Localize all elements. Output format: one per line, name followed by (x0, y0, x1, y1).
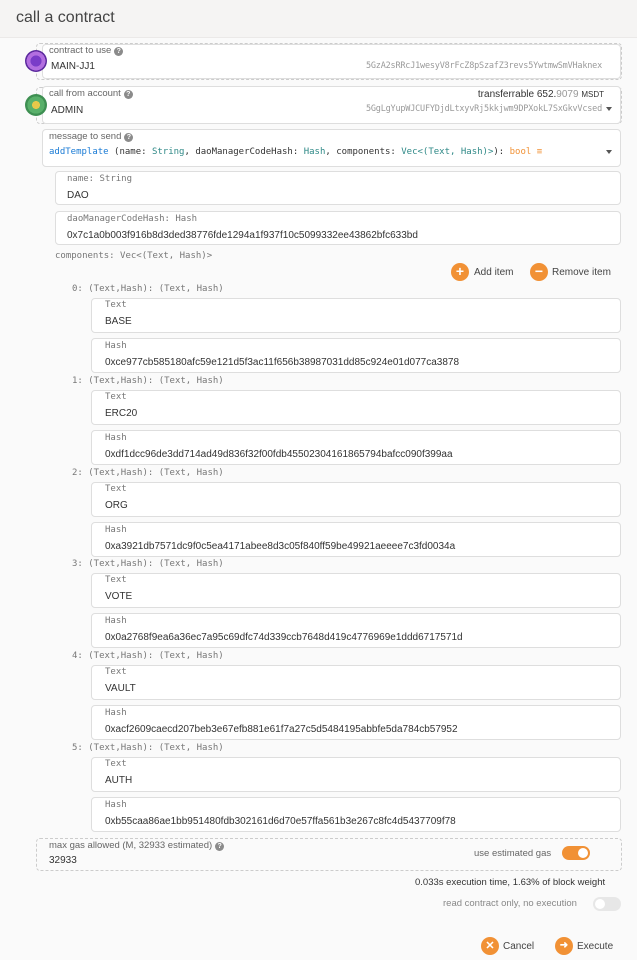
component-hash-label: Hash (105, 524, 127, 535)
cancel-icon[interactable]: ✕ (481, 937, 499, 955)
account-value: ADMIN (51, 105, 84, 116)
component-hash-value: 0xce977cb585180afc59e121d5f3ac11f656b389… (105, 357, 460, 368)
remove-item-button[interactable]: − (530, 263, 548, 281)
execute-icon[interactable]: ➜ (555, 937, 573, 955)
name-value: DAO (67, 190, 89, 201)
sig-part: , daoManagerCodeHash: (184, 147, 304, 157)
add-item-button[interactable]: + (451, 263, 469, 281)
dao-hash-label: daoManagerCodeHash: Hash (67, 214, 198, 224)
gas-value[interactable]: 32933 (49, 855, 77, 866)
component-hash-label: Hash (105, 708, 127, 719)
use-estimated-gas-toggle[interactable] (562, 846, 590, 860)
component-text-value: VAULT (105, 683, 136, 695)
component-text-value: ERC20 (105, 407, 138, 419)
contract-value: MAIN-JJ1 (51, 61, 95, 72)
component-text-value: AUTH (105, 775, 133, 786)
help-icon[interactable]: ? (123, 90, 133, 99)
account-balance: transferrable 652.9079 MSDT (478, 89, 604, 100)
component-hash-value: 0x0a2768f9ea6a36ec7a95c69dfc74d339ccb764… (105, 632, 463, 644)
component-text-value: VOTE (105, 591, 133, 603)
component-text-input[interactable] (91, 298, 621, 333)
component-text-value: ORG (105, 499, 128, 511)
component-text-label: Text (105, 300, 127, 310)
components-label: components: Vec<(Text, Hash)> (55, 251, 213, 261)
type-hash: Hash (303, 147, 326, 157)
return-type: bool (509, 147, 532, 157)
component-text-input[interactable] (91, 389, 621, 425)
message-signature: addTemplate (name: String, daoManagerCod… (49, 147, 542, 157)
name-label: name: String (67, 174, 133, 184)
contract-label: contract to use (49, 45, 112, 56)
balance-int: 652. (536, 89, 557, 100)
help-icon[interactable]: ? (215, 842, 225, 851)
component-text-label: Text (105, 391, 127, 402)
sig-part: , components: (325, 147, 402, 157)
component-label: 4: (Text,Hash): (Text, Hash) (72, 651, 224, 662)
component-text-input[interactable] (91, 665, 621, 701)
execute-button[interactable]: Execute (577, 941, 613, 952)
message-label: message to send (49, 131, 122, 142)
component-text-input[interactable] (91, 757, 621, 792)
type-string: String (151, 147, 185, 157)
component-label: 1: (Text,Hash): (Text, Hash) (72, 375, 224, 386)
component-text-label: Text (105, 575, 127, 586)
balance-unit: MSDT (581, 90, 604, 99)
component-text-label: Text (105, 667, 127, 678)
component-label: 3: (Text,Hash): (Text, Hash) (72, 559, 224, 570)
remove-item-label[interactable]: Remove item (552, 267, 611, 278)
help-icon[interactable]: ? (124, 133, 134, 142)
component-hash-label: Hash (105, 341, 127, 351)
account-address: 5GgLgYupWJCUFYDjdLtxyvRj5kkjwm9DPXokL7Sx… (365, 104, 602, 114)
sig-part: (name: (108, 147, 152, 157)
gas-label: max gas allowed (M, 32933 estimated) (49, 840, 213, 851)
chevron-down-icon[interactable] (606, 107, 612, 111)
execution-info: 0.033s execution time, 1.63% of block we… (415, 877, 606, 888)
component-hash-label: Hash (105, 800, 127, 810)
read-only-toggle[interactable] (593, 897, 621, 911)
contract-address: 5GzA2sRRcJ1wesyV8rFcZ8pSzafZ3revs5YwtmwS… (365, 61, 602, 71)
account-identicon (25, 94, 47, 116)
component-hash-label: Hash (105, 432, 127, 443)
component-hash-value: 0xacf2609caecd207beb3e67efb881e61f7a27c5… (105, 724, 458, 736)
component-text-label: Text (105, 483, 127, 494)
component-hash-value: 0xa3921db7571dc9f0c5ea4171abee8d3c05f840… (105, 540, 456, 552)
message-method: addTemplate (49, 147, 109, 157)
balance-dec: 9079 (556, 89, 579, 100)
type-vec: Vec<(Text, Hash)> (401, 147, 494, 157)
read-only-label: read contract only, no execution (443, 898, 577, 909)
cancel-button[interactable]: Cancel (503, 941, 534, 952)
component-label: 0: (Text,Hash): (Text, Hash) (72, 284, 224, 294)
contract-identicon (25, 50, 47, 72)
component-label: 5: (Text,Hash): (Text, Hash) (72, 743, 224, 753)
component-hash-value: 0xdf1dcc96de3dd714ad49d836f32f00fdb45502… (105, 448, 453, 460)
component-text-label: Text (105, 759, 127, 769)
component-hash-value: 0xb55caa86ae1bb951480fdb302161d6d70e57ff… (105, 816, 456, 827)
add-item-label[interactable]: Add item (474, 267, 513, 278)
name-input[interactable] (55, 171, 621, 205)
help-icon[interactable]: ? (114, 47, 124, 56)
component-text-input[interactable] (91, 573, 621, 609)
use-estimated-gas-label: use estimated gas (474, 848, 552, 859)
account-label: call from account (49, 88, 121, 99)
dao-hash-value: 0x7c1a0b003f916b8d3ded38776fde1294a1f937… (67, 230, 418, 241)
database-icon: ≡ (536, 147, 543, 157)
transferrable-label: transferrable (477, 89, 535, 100)
component-text-input[interactable] (91, 481, 621, 517)
component-text-value: BASE (105, 316, 132, 327)
modal-title: call a contract (16, 9, 115, 26)
chevron-down-icon[interactable] (606, 150, 612, 154)
component-label: 2: (Text,Hash): (Text, Hash) (72, 467, 224, 478)
sig-part: ): (493, 147, 510, 157)
component-hash-label: Hash (105, 616, 127, 627)
